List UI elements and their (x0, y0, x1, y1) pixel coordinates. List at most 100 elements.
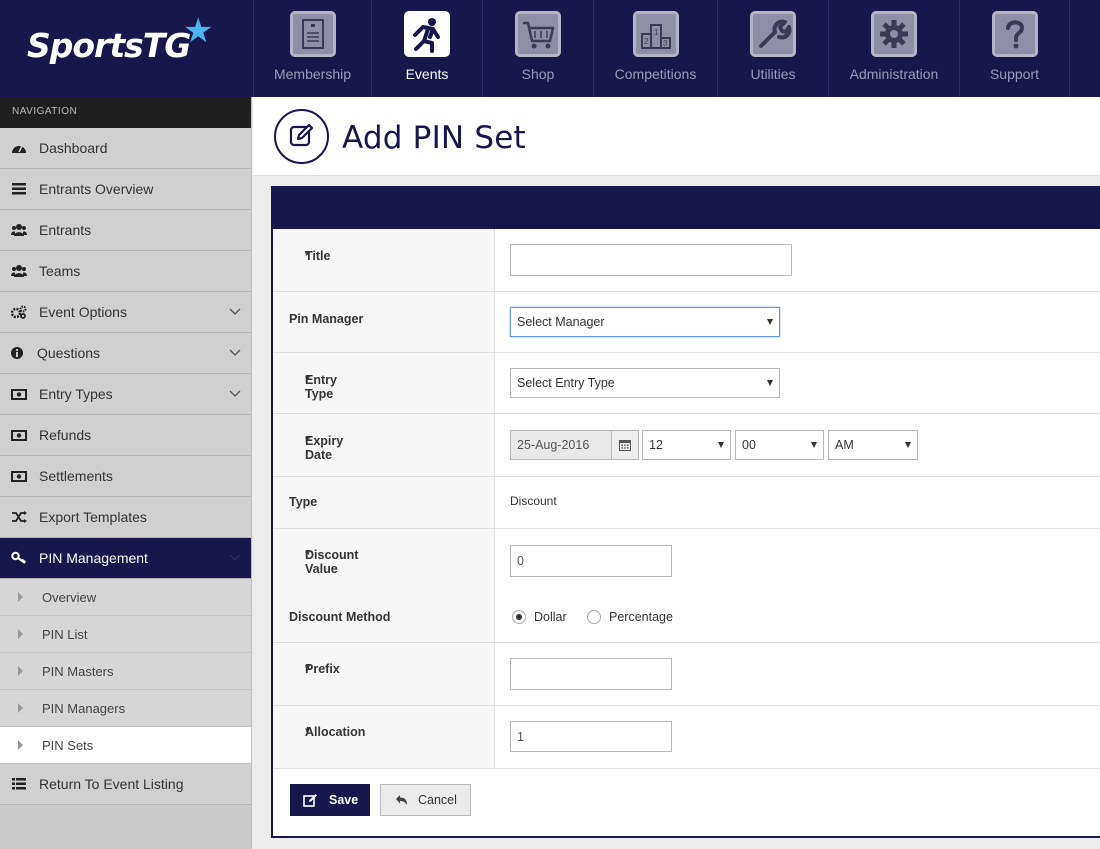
form-row-title: Title * (273, 229, 1100, 292)
required-mark: * (305, 249, 310, 263)
cancel-button[interactable]: Cancel (380, 784, 471, 816)
caret-right-icon (18, 666, 23, 676)
topnav-support[interactable]: Support (959, 0, 1070, 97)
topnav-administration[interactable]: Administration (828, 0, 959, 97)
calendar-icon (619, 440, 631, 451)
svg-text:2: 2 (644, 37, 649, 46)
page-title: Add PIN Set (342, 120, 526, 156)
sidebar-subitem-label: PIN Managers (42, 701, 126, 716)
sidebar-item-label: Refunds (39, 427, 92, 443)
form-row-type: Type Discount (273, 477, 1100, 529)
sidebar-subitem-pin-sets[interactable]: PIN Sets (0, 727, 251, 764)
form-row-pin-manager: Pin Manager Select Manager (273, 292, 1100, 353)
topnav-membership[interactable]: Membership (253, 0, 371, 97)
title-input[interactable] (510, 244, 792, 276)
discount-value-input[interactable]: 0 (510, 545, 672, 577)
sidebar-item-questions[interactable]: Questions (0, 333, 251, 374)
sidebar-item-teams[interactable]: Teams (0, 251, 251, 292)
form-row-entry-type: Entry Type * Select Entry Type (273, 353, 1100, 414)
sidebar-subitem-pin-managers[interactable]: PIN Managers (0, 690, 251, 727)
sidebar-item-settlements[interactable]: Settlements (0, 456, 251, 497)
logo-text: SportsTG (27, 26, 191, 65)
sidebar-item-label: Teams (39, 263, 81, 279)
sidebar-item-export-templates[interactable]: Export Templates (0, 497, 251, 538)
expiry-minute-select[interactable]: 00 (735, 430, 824, 460)
svg-text:1: 1 (654, 28, 659, 37)
money-icon (11, 430, 27, 441)
sidebar-item-pin-management[interactable]: PIN Management (0, 538, 251, 579)
expiry-ampm-selected: AM (835, 438, 854, 452)
topnav-label: Administration (849, 66, 939, 82)
edit-icon (303, 794, 317, 807)
sidebar-item-label: Event Options (39, 304, 127, 320)
sidebar-item-label: Return To Event Listing (39, 776, 184, 792)
pin-manager-select[interactable]: Select Manager (510, 307, 780, 337)
list-icon (12, 183, 26, 195)
sidebar-item-refunds[interactable]: Refunds (0, 415, 251, 456)
topnav-label: Utilities (750, 66, 796, 82)
allocation-label: Allocation (305, 725, 366, 739)
sidebar-item-label: Export Templates (39, 509, 147, 525)
discount-method-percentage-radio[interactable] (587, 610, 601, 624)
sidebar-subitem-label: PIN List (42, 627, 88, 642)
sidebar-item-return-to-event-listing[interactable]: Return To Event Listing (0, 764, 251, 805)
prefix-input[interactable] (510, 658, 672, 690)
save-button[interactable]: Save (290, 784, 370, 816)
form-row-prefix: Prefix * (273, 643, 1100, 706)
form-row-discount: Discount Value * Discount Method 0 Dolla… (273, 529, 1100, 643)
topnav-competitions[interactable]: 213 Competitions (593, 0, 717, 97)
sidebar-item-label: Dashboard (39, 140, 108, 156)
money-icon (11, 471, 27, 482)
undo-arrow-icon (396, 795, 407, 805)
discount-method-dollar-label: Dollar (534, 610, 567, 624)
sidebar-item-entrants-overview[interactable]: Entrants Overview (0, 169, 251, 210)
required-mark: * (305, 662, 310, 676)
form-panel-header (273, 188, 1100, 229)
topnav-label: Membership (273, 66, 352, 82)
pin-manager-selected: Select Manager (517, 315, 605, 329)
sidebar-item-label: Questions (37, 345, 101, 361)
info-icon (11, 347, 23, 359)
sidebar-item-label: Settlements (39, 468, 113, 484)
type-label: Type (289, 495, 318, 509)
cogs-icon (11, 305, 27, 319)
form-row-expiry-date: Expiry Date * 25-Aug-2016 12 00 AM (273, 414, 1100, 477)
expiry-date-input[interactable]: 25-Aug-2016 (510, 430, 612, 460)
sidebar-item-entrants[interactable]: Entrants (0, 210, 251, 251)
chevron-down-icon (229, 554, 241, 561)
caret-right-icon (18, 703, 23, 713)
sidebar-subitem-overview[interactable]: Overview (0, 579, 251, 616)
money-icon (11, 389, 27, 400)
required-mark: * (305, 434, 310, 448)
topnav-utilities[interactable]: Utilities (717, 0, 828, 97)
question-icon (990, 11, 1040, 57)
dashboard-icon (12, 145, 26, 153)
sidebar-item-entry-types[interactable]: Entry Types (0, 374, 251, 415)
sportstg-logo[interactable]: SportsTG ★ (0, 0, 253, 97)
calendar-button[interactable] (611, 430, 639, 460)
dropdown-caret-icon (767, 319, 773, 325)
sidebar-item-label: PIN Management (39, 550, 148, 566)
svg-text:3: 3 (663, 39, 668, 48)
list-icon (12, 778, 26, 790)
dropdown-caret-icon (905, 442, 911, 448)
sidebar-item-dashboard[interactable]: Dashboard (0, 128, 251, 169)
expiry-hour-select[interactable]: 12 (642, 430, 731, 460)
topnav-events[interactable]: Events (371, 0, 482, 97)
sidebar-item-label: Entrants (39, 222, 92, 238)
gear-icon (869, 11, 919, 57)
expiry-date-label: Expiry Date (305, 434, 344, 462)
chevron-down-icon (229, 349, 241, 356)
expiry-ampm-select[interactable]: AM (828, 430, 918, 460)
sidebar-subitem-pin-masters[interactable]: PIN Masters (0, 653, 251, 690)
topnav-label: Shop (521, 66, 555, 82)
sidebar-subitem-pin-list[interactable]: PIN List (0, 616, 251, 653)
prefix-label: Prefix (305, 662, 340, 676)
sidebar-item-event-options[interactable]: Event Options (0, 292, 251, 333)
chevron-down-icon (229, 390, 241, 397)
discount-method-dollar-radio[interactable] (512, 610, 526, 624)
topnav-shop[interactable]: Shop (482, 0, 593, 97)
allocation-input[interactable]: 1 (510, 721, 672, 752)
dropdown-caret-icon (718, 442, 724, 448)
entry-type-select[interactable]: Select Entry Type (510, 368, 780, 398)
